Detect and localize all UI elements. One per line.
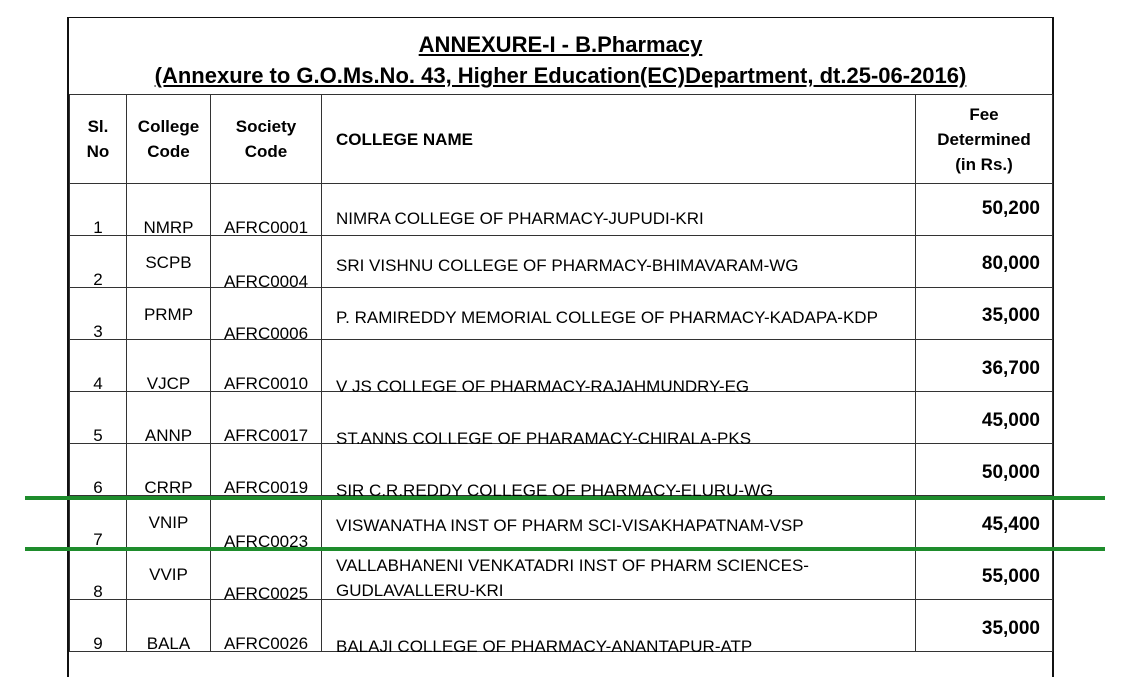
sl-no-cell: 6 — [69, 443, 127, 497]
college-code-cell: VJCP — [126, 339, 211, 393]
header-college-name: COLLEGE NAME — [321, 94, 916, 184]
document-title: ANNEXURE-I - B.Pharmacy — [418, 32, 703, 57]
fee-value-cell: 55,000 — [915, 547, 1053, 600]
college-name: NIMRA COLLEGE OF PHARMACY-JUPUDI-KRI — [336, 209, 704, 228]
college-code-cell: PRMP — [126, 287, 211, 340]
sl-no-cell: 2 — [69, 235, 127, 289]
college-name-cell: SRI VISHNU COLLEGE OF PHARMACY-BHIMAVARA… — [321, 235, 916, 288]
college-code-cell: CRRP — [126, 443, 211, 497]
college-name: BALAJI COLLEGE OF PHARMACY-ANANTAPUR-ATP — [336, 637, 753, 656]
table-row: 5 ANNP AFRC0017 ST.ANNS COLLEGE OF PHARAMAC… — [69, 391, 1053, 448]
college-name: VISWANATHA INST OF PHARM SCI-VISAKHAPATN… — [336, 516, 804, 535]
sl-no-cell: 7 — [69, 495, 127, 549]
sl-no-cell: 3 — [69, 287, 127, 341]
college-name-cell: BALAJI COLLEGE OF PHARMACY-ANANTAPUR-ATP — [321, 599, 916, 656]
college-name-cell: VALLABHANENI VENKATADRI INST OF PHARM SC… — [321, 547, 916, 600]
table-row: 1 NMRP AFRC0001 NIMRA COLLEGE OF PHARMACY-J… — [69, 183, 1053, 237]
fee-table: Sl. No College Code Society Code COLLEGE… — [69, 94, 1053, 656]
college-name-cell: V JS COLLEGE OF PHARMACY-RAJAHMUNDRY-EG — [321, 339, 916, 396]
sl-no-cell: 8 — [69, 547, 127, 601]
fee-value-cell: 50,200 — [915, 183, 1053, 236]
society-code-cell: AFRC0017 — [210, 391, 322, 445]
college-code-cell: BALA — [126, 599, 211, 653]
college-code-cell: NMRP — [126, 183, 211, 237]
college-code: VVIP — [149, 565, 188, 584]
fee-value: 50,000 — [981, 462, 1040, 483]
title-block: ANNEXURE-I - B.Pharmacy (Annexure to G.O… — [69, 18, 1052, 95]
college-code: VNIP — [148, 513, 189, 532]
fee-value: 80,000 — [981, 253, 1040, 274]
fee-value-cell: 36,700 — [915, 339, 1053, 392]
college-name-cell: P. RAMIREDDY MEMORIAL COLLEGE OF PHARMAC… — [321, 287, 916, 340]
highlight-line-bottom — [25, 547, 1105, 551]
college-name: SRI VISHNU COLLEGE OF PHARMACY-BHIMAVARA… — [336, 256, 799, 275]
table-row: 3 PRMP AFRC0006 P. RAMIREDDY MEMORIAL COLLE… — [69, 287, 1053, 343]
college-code-cell: SCPB — [126, 235, 211, 288]
table-row: 7 VNIP AFRC0023 VISWANATHA INST OF PHARM SC… — [69, 495, 1053, 551]
annexure-document: ANNEXURE-I - B.Pharmacy (Annexure to G.O… — [67, 17, 1054, 677]
table-row: 9 BALA AFRC0026 BALAJI COLLEGE OF PHARMACY-… — [69, 599, 1053, 656]
table-row: 4 VJCP AFRC0010 V JS COLLEGE OF PHARMACY-RA… — [69, 339, 1053, 396]
sl-no-cell: 5 — [69, 391, 127, 445]
sl-no-cell: 9 — [69, 599, 127, 653]
sl-no-cell: 1 — [69, 183, 127, 237]
fee-value: 50,200 — [981, 198, 1040, 219]
society-code-cell: AFRC0006 — [210, 287, 322, 343]
society-code-cell: AFRC0019 — [210, 443, 322, 497]
college-code-cell: VNIP — [126, 495, 211, 548]
college-code: BALA — [146, 634, 191, 653]
header-college-code: College Code — [126, 94, 211, 184]
college-code: SCPB — [145, 253, 192, 272]
society-code-cell: AFRC0025 — [210, 547, 322, 603]
college-name-cell: SIR C.R.REDDY COLLEGE OF PHARMACY-ELURU-… — [321, 443, 916, 500]
college-name: P. RAMIREDDY MEMORIAL COLLEGE OF PHARMAC… — [336, 308, 878, 327]
society-code-cell: AFRC0023 — [210, 495, 322, 551]
society-code-cell: AFRC0026 — [210, 599, 322, 653]
header-sl-no: Sl. No — [69, 94, 127, 184]
college-name: VALLABHANENI VENKATADRI INST OF PHARM SC… — [336, 556, 809, 600]
fee-value: 45,400 — [981, 514, 1040, 535]
fee-value: 35,000 — [981, 618, 1040, 639]
fee-value-cell: 35,000 — [915, 287, 1053, 340]
college-code-cell: VVIP — [126, 547, 211, 600]
society-code-cell: AFRC0004 — [210, 235, 322, 291]
society-code: AFRC0026 — [223, 634, 309, 653]
header-society-code: Society Code — [210, 94, 322, 184]
fee-value-cell: 45,000 — [915, 391, 1053, 444]
college-code: PRMP — [143, 305, 194, 324]
header-fee: Fee Determined (in Rs.) — [915, 94, 1053, 184]
college-name-cell: NIMRA COLLEGE OF PHARMACY-JUPUDI-KRI — [321, 183, 916, 236]
fee-value: 36,700 — [981, 358, 1040, 379]
sl-no-cell: 4 — [69, 339, 127, 393]
header-row: Sl. No College Code Society Code COLLEGE… — [69, 94, 1053, 184]
fee-value: 35,000 — [981, 305, 1040, 326]
fee-value-cell: 50,000 — [915, 443, 1053, 496]
fee-value: 45,000 — [981, 410, 1040, 431]
fee-value-cell: 35,000 — [915, 599, 1053, 652]
society-code-cell: AFRC0001 — [210, 183, 322, 237]
document-subtitle: (Annexure to G.O.Ms.No. 43, Higher Educa… — [154, 63, 967, 88]
college-name-cell: ST.ANNS COLLEGE OF PHARAMACY-CHIRALA-PKS — [321, 391, 916, 448]
sl-no: 9 — [93, 634, 103, 653]
fee-value-cell: 80,000 — [915, 235, 1053, 288]
table-row: 8 VVIP AFRC0025 VALLABHANENI VENKATADRI INS… — [69, 547, 1053, 603]
college-name-cell: VISWANATHA INST OF PHARM SCI-VISAKHAPATN… — [321, 495, 916, 548]
college-code-cell: ANNP — [126, 391, 211, 445]
society-code-cell: AFRC0010 — [210, 339, 322, 393]
highlight-line-top — [25, 496, 1105, 500]
fee-value-cell: 45,400 — [915, 495, 1053, 548]
table-row: 6 CRRP AFRC0019 SIR C.R.REDDY COLLEGE OF PH… — [69, 443, 1053, 500]
table-row: 2 SCPB AFRC0004 SRI VISHNU COLLEGE OF PHARM… — [69, 235, 1053, 291]
fee-value: 55,000 — [981, 566, 1040, 587]
